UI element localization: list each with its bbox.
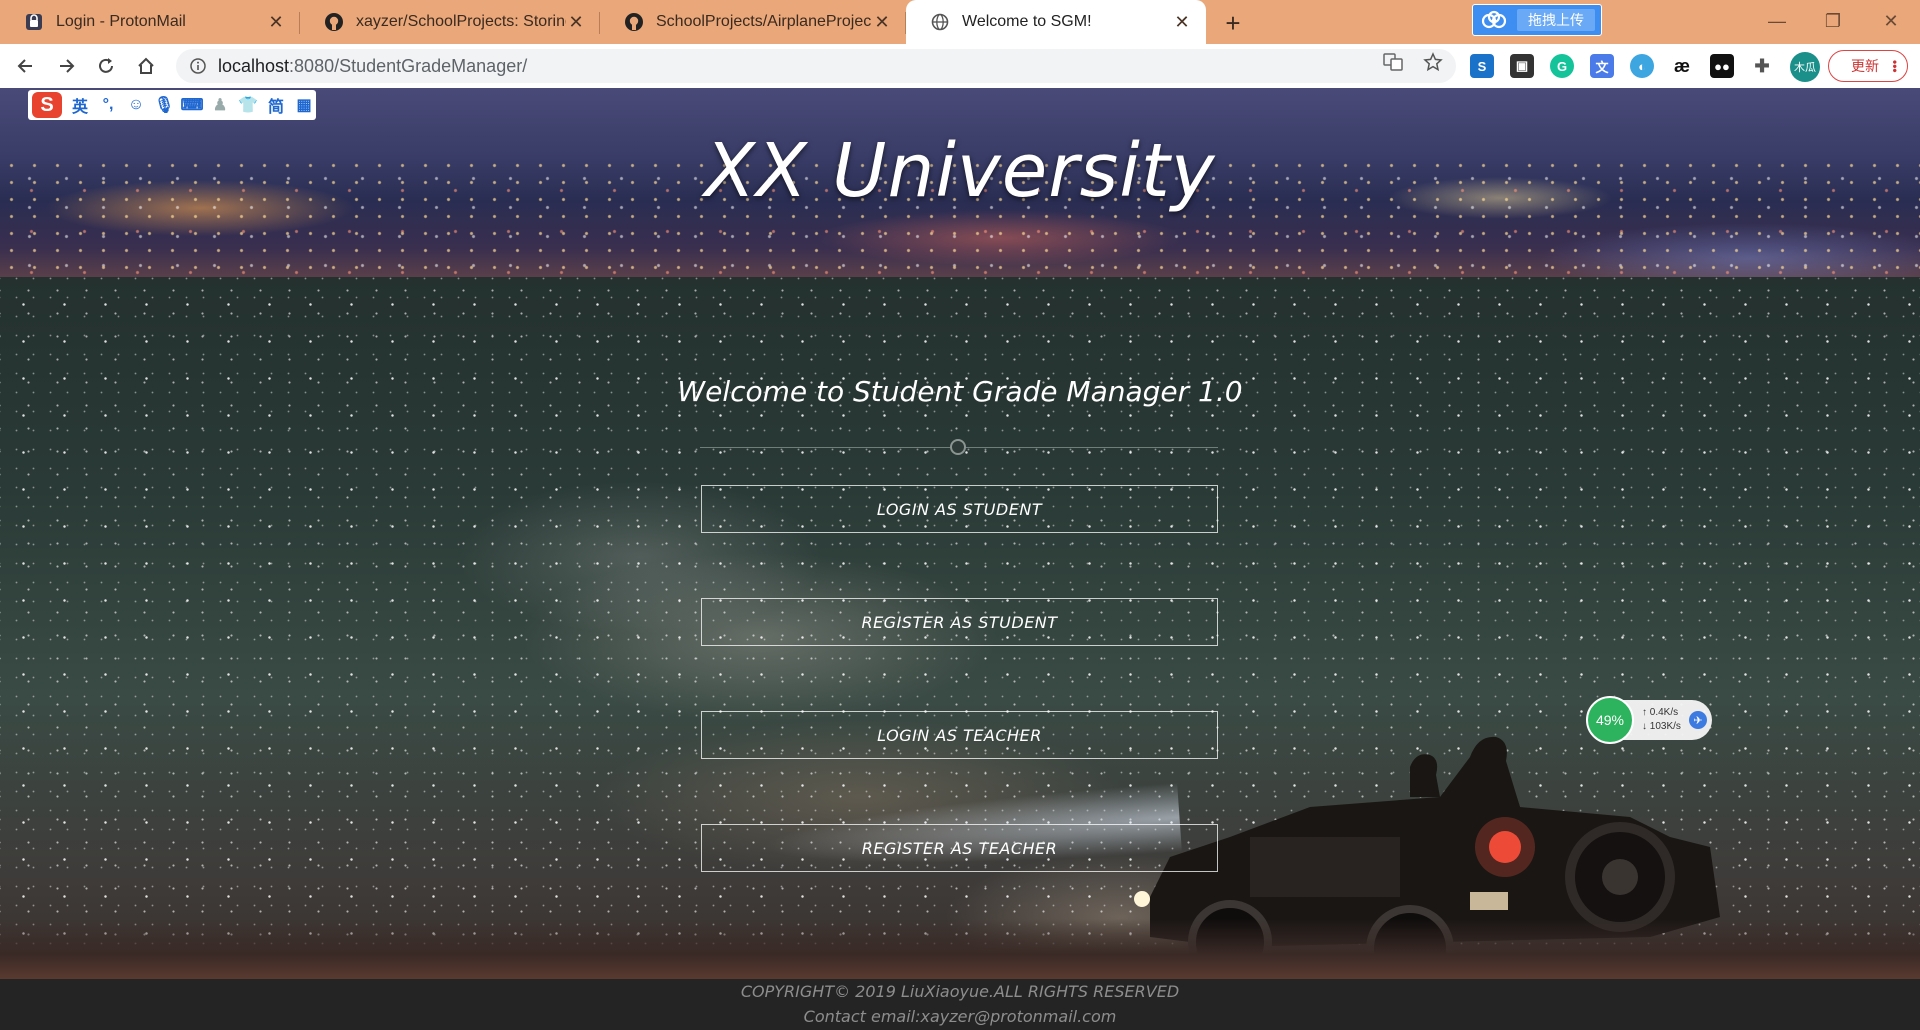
url-host: localhost bbox=[218, 55, 290, 76]
tab-title: Welcome to SGM! bbox=[962, 13, 1092, 30]
extension-s-icon[interactable]: S bbox=[1470, 54, 1494, 78]
window-close-icon[interactable]: ✕ bbox=[1876, 6, 1906, 36]
register-as-teacher-button[interactable]: REGISTER AS TEACHER bbox=[701, 824, 1218, 872]
restore-icon[interactable]: ❐ bbox=[1818, 6, 1848, 36]
update-button[interactable]: 更新 ••• bbox=[1828, 50, 1908, 82]
skin-shirt-icon[interactable]: 👕 bbox=[238, 95, 258, 115]
bookmark-star-icon[interactable] bbox=[1422, 51, 1444, 73]
sogou-logo-icon[interactable]: S bbox=[32, 92, 62, 118]
drag-upload-button[interactable]: 拖拽上传 bbox=[1472, 4, 1602, 36]
university-banner: XX University S 英 °, ☺ 🎙 ⌨ ♟ 👕 简 ▦ bbox=[0, 88, 1920, 277]
url-path: :8080/StudentGradeManager/ bbox=[289, 55, 528, 76]
tab-github-airplane[interactable]: SchoolProjects/AirplaneProjec ✕ bbox=[600, 0, 906, 44]
ime-toolbar: S 英 °, ☺ 🎙 ⌨ ♟ 👕 简 ▦ bbox=[28, 90, 316, 120]
close-icon[interactable]: ✕ bbox=[266, 12, 286, 32]
close-icon[interactable]: ✕ bbox=[1172, 12, 1192, 32]
github-icon bbox=[324, 12, 344, 32]
ground-decoration bbox=[0, 919, 1920, 979]
tab-title: xayzer/SchoolProjects: Storing bbox=[356, 13, 566, 30]
upload-label: 拖拽上传 bbox=[1517, 9, 1595, 31]
login-as-student-button[interactable]: LOGIN AS STUDENT bbox=[701, 485, 1218, 533]
github-icon bbox=[624, 12, 644, 32]
globe-icon bbox=[930, 12, 950, 32]
back-arrow-icon[interactable] bbox=[10, 50, 42, 82]
welcome-heading: Welcome to Student Grade Manager 1.0 bbox=[677, 375, 1243, 408]
extensions-puzzle-icon[interactable]: ✚ bbox=[1750, 54, 1774, 78]
register-as-student-button[interactable]: REGISTER AS STUDENT bbox=[701, 598, 1218, 646]
minimize-icon[interactable]: — bbox=[1762, 6, 1792, 36]
reload-icon[interactable] bbox=[90, 50, 122, 82]
protonmail-icon bbox=[24, 12, 44, 32]
divider-circle-icon bbox=[950, 439, 966, 455]
info-icon[interactable] bbox=[188, 56, 208, 76]
close-icon[interactable]: ✕ bbox=[566, 12, 586, 32]
cpu-percent-badge: 49% bbox=[1586, 696, 1634, 744]
user-tools-icon[interactable]: ♟ bbox=[210, 95, 230, 115]
punctuation-icon[interactable]: °, bbox=[98, 95, 118, 115]
tab-strip: Login - ProtonMail ✕ xayzer/SchoolProjec… bbox=[0, 0, 1920, 44]
extension-tampermonkey-icon[interactable]: ●● bbox=[1710, 54, 1734, 78]
tab-github-storing[interactable]: xayzer/SchoolProjects: Storing ✕ bbox=[300, 0, 600, 44]
rocket-icon[interactable]: ✈ bbox=[1688, 711, 1707, 729]
keyboard-icon[interactable]: ⌨ bbox=[180, 95, 203, 115]
url-text: localhost:8080/StudentGradeManager/ bbox=[218, 56, 527, 77]
cloud-icon bbox=[1481, 10, 1507, 29]
toolbox-grid-icon[interactable]: ▦ bbox=[294, 95, 314, 115]
profile-avatar[interactable]: 木瓜 bbox=[1790, 52, 1820, 82]
google-translate-icon[interactable]: 文 bbox=[1590, 54, 1614, 78]
ime-simplified-toggle[interactable]: 简 bbox=[266, 95, 286, 116]
network-monitor-widget[interactable]: 49% ↑ 0.4K/s ↓ 103K/s ✈ bbox=[1586, 696, 1712, 744]
menu-dots-icon[interactable]: ••• bbox=[1888, 60, 1902, 73]
extension-shield-icon[interactable]: ◐ bbox=[1630, 54, 1654, 78]
tab-welcome-sgm[interactable]: Welcome to SGM! ✕ bbox=[906, 0, 1206, 44]
copyright-text: COPYRIGHT© 2019 LiuXiaoyue.ALL RIGHTS RE… bbox=[740, 982, 1180, 1001]
upload-rate: 0.4K/s bbox=[1649, 707, 1679, 718]
microphone-icon[interactable]: 🎙 bbox=[154, 95, 174, 115]
ime-language-toggle[interactable]: 英 bbox=[70, 95, 90, 116]
contact-email-text: Contact email:xayzer@protonmail.com bbox=[803, 1007, 1117, 1026]
grammarly-icon[interactable]: G bbox=[1550, 54, 1574, 78]
network-rates: ↑ 0.4K/s ↓ 103K/s bbox=[1642, 707, 1681, 732]
translate-icon[interactable] bbox=[1382, 51, 1404, 73]
page-viewport: XX University S 英 °, ☺ 🎙 ⌨ ♟ 👕 简 ▦ Welco… bbox=[0, 88, 1920, 1030]
browser-toolbar: localhost:8080/StudentGradeManager/ S ▣ … bbox=[0, 44, 1920, 89]
extension-ae-icon[interactable]: æ bbox=[1670, 54, 1694, 78]
emoji-icon[interactable]: ☺ bbox=[126, 95, 146, 115]
home-icon[interactable] bbox=[130, 50, 162, 82]
page-footer: COPYRIGHT© 2019 LiuXiaoyue.ALL RIGHTS RE… bbox=[0, 979, 1920, 1030]
tab-protonmail[interactable]: Login - ProtonMail ✕ bbox=[0, 0, 300, 44]
update-label: 更新 bbox=[1851, 58, 1879, 74]
login-as-teacher-button[interactable]: LOGIN AS TEACHER bbox=[701, 711, 1218, 759]
extension-cube-icon[interactable]: ▣ bbox=[1510, 54, 1534, 78]
forward-arrow-icon[interactable] bbox=[50, 50, 82, 82]
tab-title: SchoolProjects/AirplaneProjec bbox=[656, 13, 872, 30]
tab-title: Login - ProtonMail bbox=[56, 13, 186, 30]
download-rate: 103K/s bbox=[1649, 721, 1681, 732]
banner-title: XX University bbox=[704, 128, 1216, 214]
close-icon[interactable]: ✕ bbox=[872, 12, 892, 32]
address-bar[interactable]: localhost:8080/StudentGradeManager/ bbox=[176, 49, 1456, 83]
new-tab-button[interactable]: + bbox=[1218, 8, 1248, 38]
